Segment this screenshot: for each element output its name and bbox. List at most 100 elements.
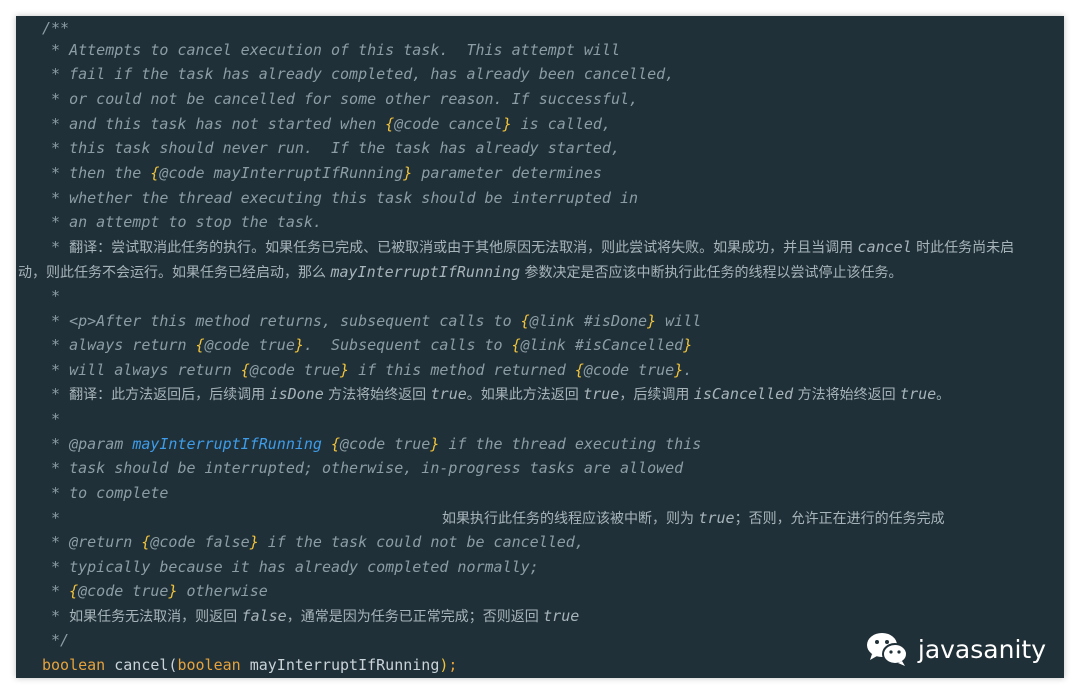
code-line: * xyxy=(42,407,60,431)
comment-text: if the thread executing this xyxy=(439,435,702,453)
javadoc-tag: @code true xyxy=(583,361,675,379)
comment-star: * xyxy=(42,410,61,428)
wechat-icon xyxy=(866,633,908,666)
comment-star: * xyxy=(42,115,70,133)
comment-text: will always return xyxy=(69,361,241,379)
comment-star: * xyxy=(42,607,70,625)
brace: } xyxy=(294,336,304,354)
code-line: * to complete xyxy=(42,481,168,505)
brace: } xyxy=(340,361,350,379)
brace: } xyxy=(502,115,512,133)
brace: { xyxy=(511,336,521,354)
code-line: * will always return { @code true} if thi… xyxy=(42,358,692,382)
brace: { xyxy=(69,582,79,600)
code-line: * xyxy=(42,506,60,530)
semicolon: ; xyxy=(448,656,458,674)
comment-star: * xyxy=(42,484,70,502)
comment-star: * xyxy=(42,189,70,207)
code-line: * 翻译：此方法返回后，后续调用 isDone 方法将始终返回 true。如果此… xyxy=(42,382,950,406)
comment-star: * xyxy=(42,90,70,108)
comment-text: . xyxy=(683,361,693,379)
code-line: * this task should never run. If the tas… xyxy=(42,136,620,160)
javadoc-tag: @link #isDone xyxy=(529,312,648,330)
brace: } xyxy=(403,164,413,182)
code-line: * task should be interrupted; otherwise,… xyxy=(42,456,683,480)
translation-text: ；否则，允许正在进行的任务完成 xyxy=(734,511,945,527)
brace: { xyxy=(195,336,205,354)
brace: { xyxy=(385,115,395,133)
comment-star: * xyxy=(42,312,70,330)
comment-text xyxy=(322,435,331,453)
translation-text: 。如果此方法返回 xyxy=(466,387,584,403)
comment-text: if the task could not be cancelled, xyxy=(258,533,584,551)
comment-star: * xyxy=(42,41,70,59)
comment-open: /** xyxy=(42,19,70,37)
code-line: 如果执行此任务的线程应该被中断，则为 true；否则，允许正在进行的任务完成 xyxy=(442,506,945,530)
comment-star: * xyxy=(42,435,70,453)
comment-text: an attempt to stop the task. xyxy=(69,213,322,231)
code-line: * then the {@code mayInterruptIfRunning}… xyxy=(42,161,602,185)
code-line: * typically because it has already compl… xyxy=(42,555,539,579)
brace: } xyxy=(647,312,657,330)
brace: { xyxy=(331,435,341,453)
comment-text: typically because it has already complet… xyxy=(69,558,539,576)
translation-text: ，后续调用 xyxy=(619,387,694,403)
inline-code: true xyxy=(900,385,937,403)
translation-text: 翻译：尝试取消此任务的执行。如果任务已完成、已被取消或由于其他原因无法取消，则此… xyxy=(69,240,858,256)
translation-text: 时此任务尚未启 xyxy=(911,240,1015,256)
brace: { xyxy=(240,361,250,379)
comment-close: */ xyxy=(42,631,70,649)
inline-code: false xyxy=(241,607,287,625)
comment-star: * xyxy=(42,361,70,379)
comment-text: Attempts to cancel execution of this tas… xyxy=(69,41,620,59)
javadoc-tag: @code true xyxy=(204,336,295,354)
code-line: */ xyxy=(42,628,69,652)
javadoc-tag: @code true xyxy=(78,582,169,600)
comment-text: . Subsequent calls to xyxy=(303,336,512,354)
translation-text: 参数决定是否应该中断执行此任务的线程以尝试停止该任务。 xyxy=(520,265,903,281)
translation-text: 动，则此任务不会运行。如果任务已经启动，那么 xyxy=(18,265,331,281)
brace: } xyxy=(683,336,693,354)
comment-star: * xyxy=(42,582,70,600)
comment-star: * xyxy=(42,213,70,231)
comment-text: <p>After this method returns, subsequent… xyxy=(69,312,521,330)
parameter: mayInterruptIfRunning xyxy=(240,656,440,674)
comment-text: is called, xyxy=(511,115,611,133)
comment-star: * xyxy=(42,65,70,83)
code-line: * @return {@code false} if the task coul… xyxy=(42,530,584,554)
inline-code: true xyxy=(698,509,735,527)
comment-star: * xyxy=(42,336,70,354)
code-line: boolean cancel(boolean mayInterruptIfRun… xyxy=(42,653,457,677)
comment-text: whether the thread executing this task s… xyxy=(69,189,639,207)
javadoc-tag: @code mayInterruptIfRunning xyxy=(159,164,404,182)
comment-text: will xyxy=(656,312,702,330)
code-line: * 如果任务无法取消，则返回 false，通常是因为任务已正常完成；否则返回 t… xyxy=(42,604,579,628)
comment-text: otherwise xyxy=(177,582,268,600)
code-line: * @param mayInterruptIfRunning {@code tr… xyxy=(42,432,701,456)
translation-text: ，通常是因为任务已正常完成；否则返回 xyxy=(286,609,544,625)
javadoc-tag: @code false xyxy=(150,533,250,551)
translation-text: 如果执行此任务的线程应该被中断，则为 xyxy=(442,511,699,527)
translation-text: 。 xyxy=(936,387,951,403)
keyword: boolean xyxy=(177,656,241,674)
code-line: * xyxy=(42,284,60,308)
comment-star: * xyxy=(42,164,70,182)
javadoc-tag: @link #isCancelled xyxy=(520,336,684,354)
code-line: * always return {@code true}. Subsequent… xyxy=(42,333,692,357)
code-line: * whether the thread executing this task… xyxy=(42,186,638,210)
inline-code: mayInterruptIfRunning xyxy=(330,263,521,281)
inline-code: true xyxy=(430,385,467,403)
comment-text: if this method returned xyxy=(349,361,575,379)
comment-text: task should be interrupted; otherwise, i… xyxy=(69,459,684,477)
keyword: boolean xyxy=(42,656,106,674)
code-line: 动，则此任务不会运行。如果任务已经启动，那么 mayInterruptIfRun… xyxy=(18,260,903,284)
code-line: * {@code true} otherwise xyxy=(42,579,268,603)
comment-text: this task should never run. If the task … xyxy=(69,139,620,157)
javadoc-tag: @code cancel xyxy=(394,115,503,133)
code-line: * 翻译：尝试取消此任务的执行。如果任务已完成、已被取消或由于其他原因无法取消，… xyxy=(42,235,1014,259)
translation-text: 如果任务无法取消，则返回 xyxy=(69,609,242,625)
comment-star: * xyxy=(42,287,61,305)
translation-text: 方法将始终返回 xyxy=(323,387,431,403)
inline-code: isDone xyxy=(269,385,324,403)
translation-text: 方法将始终返回 xyxy=(793,387,901,403)
